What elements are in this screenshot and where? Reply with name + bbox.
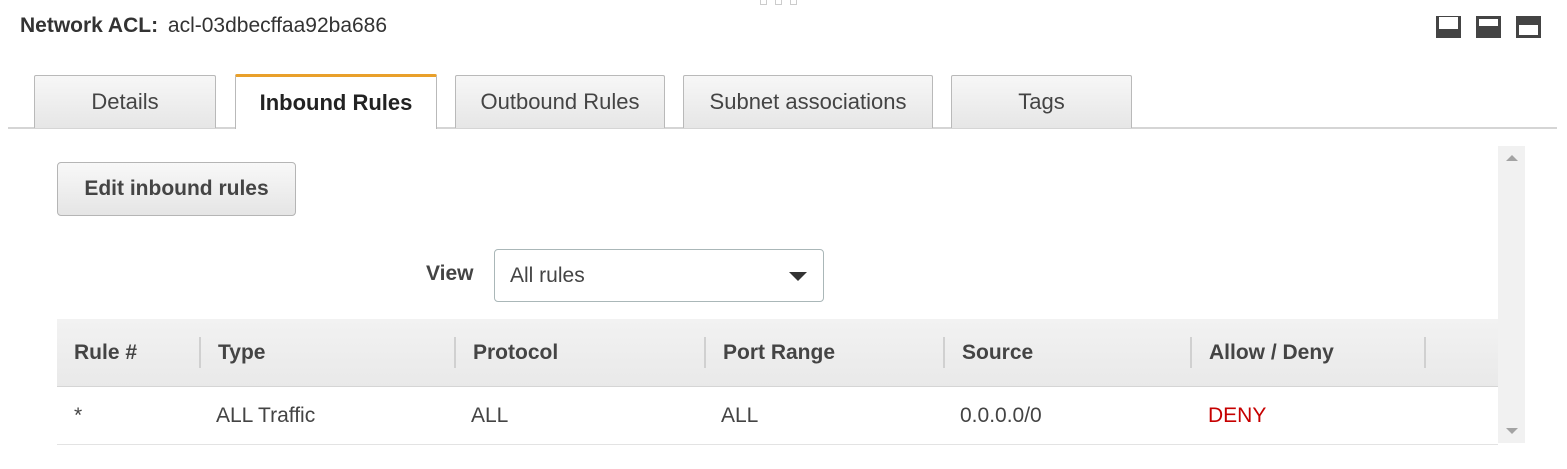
tab-outbound-rules[interactable]: Outbound Rules <box>455 75 665 128</box>
column-divider[interactable] <box>199 337 201 368</box>
column-header-type[interactable]: Type <box>218 319 265 386</box>
column-header-protocol[interactable]: Protocol <box>473 319 558 386</box>
view-select[interactable]: All rules <box>494 249 824 302</box>
column-header-source[interactable]: Source <box>962 319 1033 386</box>
column-divider[interactable] <box>943 337 945 368</box>
grip-icon <box>775 0 782 5</box>
column-divider[interactable] <box>1190 337 1192 368</box>
column-divider[interactable] <box>704 337 706 368</box>
vertical-scrollbar[interactable] <box>1498 146 1525 443</box>
table-row[interactable]: * ALL Traffic ALL ALL 0.0.0.0/0 DENY <box>57 387 1498 445</box>
column-divider[interactable] <box>454 337 456 368</box>
tab-details[interactable]: Details <box>34 75 216 128</box>
column-header-rule-number[interactable]: Rule # <box>74 319 137 386</box>
tab-bar: Details Inbound Rules Outbound Rules Sub… <box>8 74 1557 129</box>
panel-bottom-icon[interactable] <box>1436 16 1461 38</box>
cell-port-range: ALL <box>721 403 759 427</box>
cell-allow-deny: DENY <box>1208 403 1267 427</box>
tab-inbound-rules[interactable]: Inbound Rules <box>235 74 437 129</box>
panel-header: Network ACL: acl-03dbecffaa92ba686 <box>20 12 387 40</box>
panel-half-icon[interactable] <box>1476 16 1501 38</box>
cell-rule-number: * <box>74 403 83 427</box>
panel-resize-handle[interactable] <box>760 0 802 6</box>
cell-type: ALL Traffic <box>216 403 316 427</box>
edit-inbound-rules-button[interactable]: Edit inbound rules <box>57 162 296 216</box>
view-select-value: All rules <box>510 263 585 287</box>
network-acl-id: acl-03dbecffaa92ba686 <box>167 14 388 37</box>
network-acl-label: Network ACL: <box>20 14 159 37</box>
tab-subnet-associations[interactable]: Subnet associations <box>683 75 933 128</box>
column-divider[interactable] <box>1424 337 1426 368</box>
panel-layout-controls <box>1436 16 1541 38</box>
inbound-rules-table: Rule # Type Protocol Port Range Source A… <box>57 319 1498 445</box>
grip-icon <box>760 0 767 5</box>
cell-source: 0.0.0.0/0 <box>960 403 1042 427</box>
tab-tags[interactable]: Tags <box>951 75 1132 128</box>
scroll-up-icon[interactable] <box>1506 155 1518 161</box>
panel-full-icon[interactable] <box>1516 16 1541 38</box>
caret-down-icon <box>789 272 807 281</box>
table-header: Rule # Type Protocol Port Range Source A… <box>57 319 1498 387</box>
scroll-down-icon[interactable] <box>1506 428 1518 434</box>
column-header-port-range[interactable]: Port Range <box>723 319 835 386</box>
grip-icon <box>790 0 797 5</box>
column-header-allow-deny[interactable]: Allow / Deny <box>1209 319 1334 386</box>
view-label: View <box>426 262 474 285</box>
cell-protocol: ALL <box>471 403 509 427</box>
